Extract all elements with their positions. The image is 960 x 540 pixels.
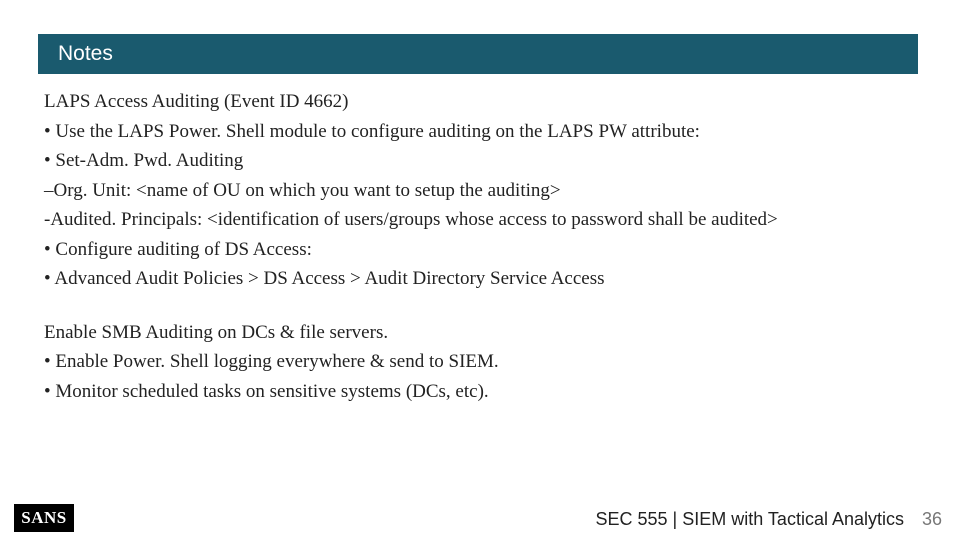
slide-body: LAPS Access Auditing (Event ID 4662) • U… [44,88,920,407]
body-line: LAPS Access Auditing (Event ID 4662) [44,88,920,116]
course-title: SEC 555 | SIEM with Tactical Analytics [596,509,904,530]
slide: Notes LAPS Access Auditing (Event ID 466… [0,0,960,540]
body-line: • Enable Power. Shell logging everywhere… [44,348,920,376]
paragraph-spacer [44,295,920,319]
sans-logo: SANS [14,504,74,532]
body-line: Enable SMB Auditing on DCs & file server… [44,319,920,347]
body-line: • Configure auditing of DS Access: [44,236,920,264]
page-number: 36 [922,509,942,530]
slide-footer: SANS SEC 555 | SIEM with Tactical Analyt… [0,500,960,540]
body-line: • Monitor scheduled tasks on sensitive s… [44,378,920,406]
body-line: • Use the LAPS Power. Shell module to co… [44,118,920,146]
body-line: -Audited. Principals: <identification of… [44,206,920,234]
notes-header-title: Notes [58,42,113,66]
body-line: –Org. Unit: <name of OU on which you wan… [44,177,920,205]
body-line: • Advanced Audit Policies > DS Access > … [44,265,920,293]
body-line: • Set-Adm. Pwd. Auditing [44,147,920,175]
notes-header: Notes [38,34,918,74]
